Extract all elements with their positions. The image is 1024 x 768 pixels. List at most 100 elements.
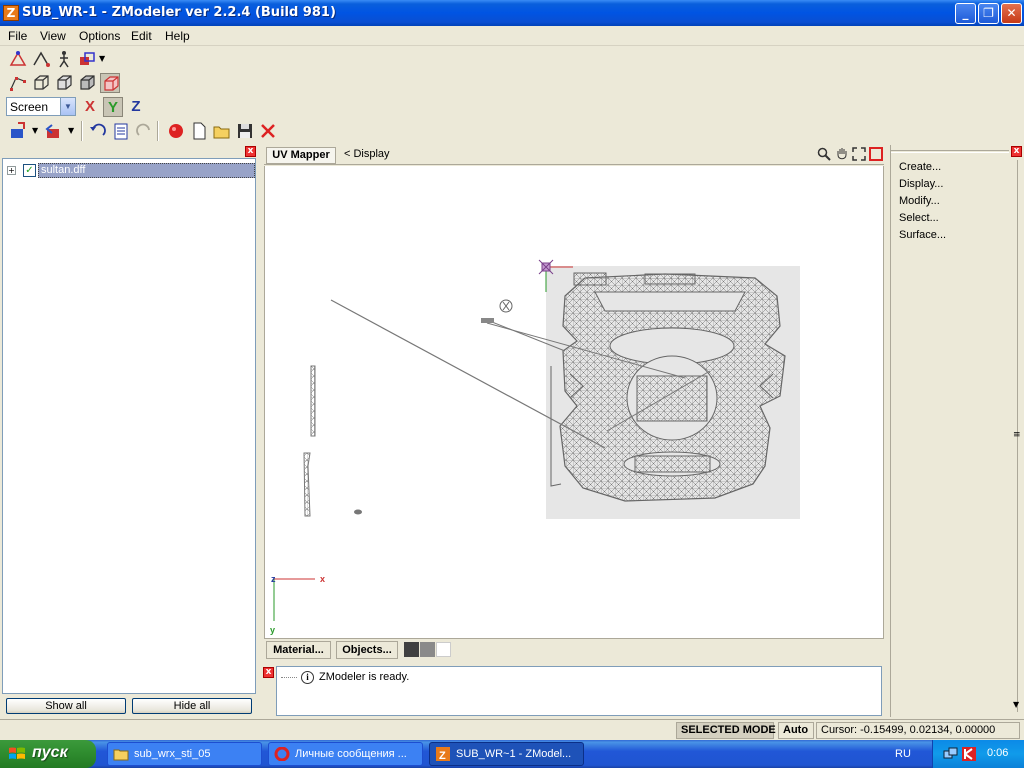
- uv-viewport-canvas[interactable]: z x y: [264, 166, 884, 638]
- undo-icon[interactable]: [88, 121, 108, 141]
- tree-item[interactable]: + ✓ sultan.dff: [7, 163, 255, 178]
- toolbar-separator: [81, 121, 83, 141]
- import-dropdown-arrow-icon[interactable]: ▼: [32, 126, 38, 135]
- visibility-checkbox[interactable]: ✓: [23, 164, 36, 177]
- taskbar: пуск sub_wrx_sti_05 Личные сообщения ...…: [0, 740, 1024, 768]
- walk-tool-icon[interactable]: [54, 49, 74, 69]
- export-icon[interactable]: [44, 121, 64, 141]
- redo-icon[interactable]: [134, 121, 154, 141]
- title-bar[interactable]: Z SUB_WR-1 - ZModeler ver 2.2.4 (Build 9…: [0, 0, 1024, 26]
- menu-view[interactable]: View: [40, 29, 66, 43]
- uv-piece: [573, 272, 607, 286]
- export-dropdown-arrow-icon[interactable]: ▼: [68, 126, 74, 135]
- save-disk-icon[interactable]: [235, 121, 255, 141]
- maximize-viewport-icon[interactable]: [868, 146, 884, 162]
- toolbar-row-4: ▼ ▼: [0, 120, 1024, 142]
- tool-dropdown-arrow-icon[interactable]: ▼: [99, 54, 105, 63]
- uv-body-mesh: [550, 273, 786, 502]
- axis-x-label: x: [320, 574, 325, 584]
- objects-button[interactable]: Objects...: [336, 641, 398, 659]
- material-button[interactable]: Material...: [266, 641, 331, 659]
- toolbar-row-2: [0, 72, 1024, 94]
- color-swatch-gray[interactable]: [420, 642, 435, 657]
- vertex-mode-icon[interactable]: [8, 73, 28, 93]
- uv-mapper-tab[interactable]: UV Mapper: [266, 147, 336, 164]
- command-surface[interactable]: Surface...: [899, 229, 946, 241]
- viewport-header: UV Mapper < Display: [264, 145, 884, 165]
- select-edge-tool-icon[interactable]: [31, 49, 51, 69]
- open-folder-icon[interactable]: [212, 121, 232, 141]
- uv-piece: [310, 365, 316, 437]
- system-tray: 0:06: [932, 740, 1024, 768]
- show-all-button[interactable]: Show all: [6, 698, 126, 714]
- uv-wireframe: z x y: [270, 259, 800, 635]
- chevron-down-icon[interactable]: ▼: [60, 98, 75, 115]
- status-message-area: [0, 722, 674, 739]
- kaspersky-icon[interactable]: [961, 746, 977, 762]
- axis-z-button[interactable]: Z: [126, 97, 146, 117]
- menu-help[interactable]: Help: [165, 29, 190, 43]
- network-icon[interactable]: [943, 746, 959, 762]
- log-message: ZModeler is ready.: [319, 671, 410, 683]
- windows-flag-icon: [9, 747, 25, 759]
- command-panel-close-icon[interactable]: x: [1011, 146, 1022, 157]
- color-swatch-white[interactable]: [436, 642, 451, 657]
- restore-button[interactable]: ❐: [978, 3, 999, 24]
- zoom-magnifier-icon[interactable]: [816, 146, 832, 162]
- select-vertex-tool-icon[interactable]: [8, 49, 28, 69]
- axis-z-label: z: [271, 574, 276, 584]
- folder-icon: [113, 749, 129, 761]
- task-label: SUB_WR~1 - ZModel...: [456, 748, 572, 760]
- command-select[interactable]: Select...: [899, 212, 939, 224]
- cube-object-icon[interactable]: [77, 73, 97, 93]
- menu-edit[interactable]: Edit: [131, 29, 152, 43]
- coordinate-space-value: Screen: [10, 100, 49, 114]
- command-panel-scrollbar[interactable]: ≡ ▼: [1012, 160, 1022, 712]
- log-box[interactable]: i ZModeler is ready.: [276, 666, 882, 716]
- render-sphere-icon[interactable]: [166, 121, 186, 141]
- tree-panel-close-icon[interactable]: x: [245, 146, 256, 157]
- color-swatch-dark[interactable]: [404, 642, 419, 657]
- task-label: sub_wrx_sti_05: [134, 748, 211, 760]
- import-icon[interactable]: [8, 121, 28, 141]
- menu-options[interactable]: Options: [79, 29, 120, 43]
- zoom-extents-icon[interactable]: [851, 146, 867, 162]
- close-window-button[interactable]: ✕: [1001, 3, 1022, 24]
- zmodeler-app-icon[interactable]: Z: [3, 5, 19, 21]
- language-indicator[interactable]: RU: [895, 748, 911, 760]
- scene-tree[interactable]: + ✓ sultan.dff: [2, 158, 256, 694]
- axis-x-button[interactable]: X: [80, 97, 100, 117]
- viewport-footer: Material... Objects...: [264, 638, 884, 660]
- cube-wire-icon[interactable]: [31, 73, 51, 93]
- scroll-down-arrow-icon[interactable]: ▼: [1013, 700, 1019, 709]
- undo-list-icon[interactable]: [111, 121, 131, 141]
- tree-item-label[interactable]: sultan.dff: [38, 163, 255, 178]
- command-create[interactable]: Create...: [899, 161, 941, 173]
- task-zmodeler[interactable]: Z SUB_WR~1 - ZModel...: [429, 742, 584, 766]
- pan-hand-icon[interactable]: [834, 146, 850, 162]
- menu-file[interactable]: File: [8, 29, 27, 43]
- command-modify[interactable]: Modify...: [899, 195, 940, 207]
- expand-plus-icon[interactable]: +: [7, 166, 16, 175]
- cube-faces-icon[interactable]: [54, 73, 74, 93]
- toolbar-row-1: ▼: [0, 48, 1024, 70]
- task-opera-messages[interactable]: Личные сообщения ...: [268, 742, 423, 766]
- hide-all-button[interactable]: Hide all: [132, 698, 252, 714]
- start-button[interactable]: пуск: [0, 740, 96, 768]
- status-auto[interactable]: Auto: [778, 722, 814, 739]
- multi-select-tool-icon[interactable]: [77, 49, 97, 69]
- new-file-icon[interactable]: [189, 121, 209, 141]
- coordinate-space-select[interactable]: Screen ▼: [6, 97, 76, 116]
- minimize-button[interactable]: _: [955, 3, 976, 24]
- axis-y-button[interactable]: Y: [103, 97, 123, 117]
- log-close-icon[interactable]: x: [263, 667, 274, 678]
- menu-bar: File View Options Edit Help: [0, 26, 1024, 46]
- cube-selected-icon[interactable]: [100, 73, 120, 93]
- display-breadcrumb[interactable]: < Display: [344, 148, 390, 160]
- command-display[interactable]: Display...: [899, 178, 943, 190]
- task-folder[interactable]: sub_wrx_sti_05: [107, 742, 262, 766]
- clock: 0:06: [987, 747, 1009, 759]
- scroll-grip-icon[interactable]: ≡: [1013, 430, 1021, 440]
- delete-x-icon[interactable]: [258, 121, 278, 141]
- status-mode: SELECTED MODE: [676, 722, 776, 739]
